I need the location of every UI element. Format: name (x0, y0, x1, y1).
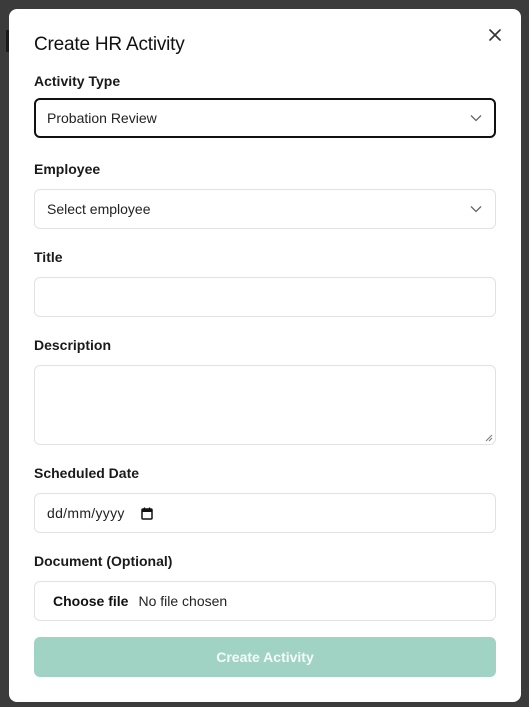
employee-label: Employee (34, 161, 101, 177)
scheduled-date-input[interactable]: dd/mm/yyyy (34, 493, 496, 533)
date-placeholder: dd/mm/yyyy (47, 505, 125, 521)
create-activity-button[interactable]: Create Activity (34, 637, 496, 677)
activity-type-select[interactable]: Probation Review (34, 98, 496, 138)
close-icon (489, 29, 501, 41)
create-hr-activity-dialog: Create HR Activity Activity Type Probati… (9, 9, 521, 702)
choose-file-button[interactable]: Choose file (53, 593, 128, 609)
document-file-input[interactable]: Choose file No file chosen (34, 581, 496, 621)
calendar-icon[interactable] (140, 507, 153, 520)
title-input[interactable] (34, 277, 496, 317)
description-textarea[interactable] (34, 365, 496, 445)
scheduled-date-label: Scheduled Date (34, 465, 140, 481)
chevron-down-icon (469, 202, 483, 216)
employee-select[interactable]: Select employee (34, 189, 496, 229)
dialog-title: Create HR Activity (34, 34, 185, 55)
resize-grip-icon[interactable] (485, 434, 493, 442)
document-label: Document (Optional) (34, 553, 173, 569)
close-button[interactable] (485, 25, 505, 45)
title-label: Title (34, 249, 63, 265)
description-label: Description (34, 337, 112, 353)
employee-placeholder: Select employee (47, 201, 151, 217)
file-status: No file chosen (138, 593, 228, 609)
activity-type-label: Activity Type (34, 73, 121, 89)
activity-type-value: Probation Review (47, 110, 157, 126)
chevron-down-icon (469, 111, 483, 125)
